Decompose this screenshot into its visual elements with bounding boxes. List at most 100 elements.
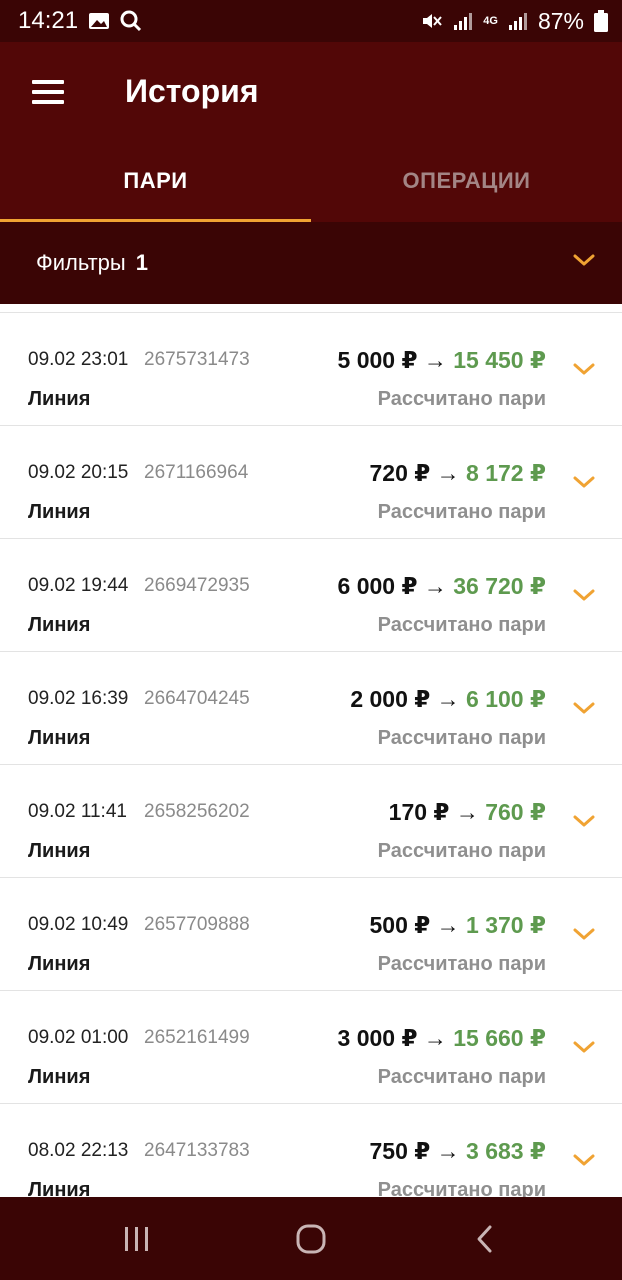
chevron-down-icon[interactable] — [572, 474, 596, 490]
bet-win: 1 370 ₽ — [466, 912, 546, 938]
bet-win: 15 450 ₽ — [453, 347, 546, 373]
bet-row[interactable]: 09.02 20:15 2671166964 Линия 720 ₽ → 8 1… — [0, 426, 622, 539]
battery-percent: 87% — [537, 7, 584, 34]
filters-label: Фильтры — [36, 250, 126, 275]
bet-id: 2669472935 — [144, 575, 250, 596]
bet-row[interactable]: 09.02 16:39 2664704245 Линия 2 000 ₽ → 6… — [0, 652, 622, 765]
bet-row[interactable]: 09.02 11:41 2658256202 Линия 170 ₽ → 760… — [0, 765, 622, 878]
bet-date: 09.02 16:39 — [28, 688, 129, 709]
bet-win: 36 720 ₽ — [453, 573, 546, 599]
signal-icon — [508, 13, 527, 30]
bet-status: Рассчитано пари — [377, 614, 546, 636]
chevron-down-icon[interactable] — [572, 926, 596, 942]
arrow-icon: → — [436, 686, 460, 712]
bet-stake: 2 000 ₽ — [350, 686, 431, 712]
chevron-down-icon[interactable] — [572, 587, 596, 603]
bet-id: 2657709888 — [144, 914, 250, 935]
bet-type: Линия — [28, 840, 91, 862]
bet-type: Линия — [28, 501, 91, 523]
bet-status: Рассчитано пари — [377, 953, 546, 975]
arrow-icon: → — [455, 799, 479, 825]
home-icon[interactable] — [295, 1223, 327, 1255]
filters-bar[interactable]: Фильтры 1 — [0, 222, 622, 304]
search-icon — [120, 10, 142, 32]
bet-status: Рассчитано пари — [377, 388, 546, 410]
status-bar-left: 14:21 — [18, 7, 142, 35]
arrow-icon: → — [423, 1025, 447, 1051]
bet-win: 15 660 ₽ — [453, 1025, 546, 1051]
bet-id: 2652161499 — [144, 1027, 250, 1048]
arrow-icon: → — [436, 912, 460, 938]
bet-stake: 720 ₽ — [369, 460, 431, 486]
bet-amount: 500 ₽ → 1 370 ₽ — [369, 912, 546, 939]
bet-amount: 750 ₽ → 3 683 ₽ — [369, 1138, 546, 1165]
app-bar: История — [0, 42, 622, 140]
hamburger-icon[interactable] — [32, 80, 66, 104]
chevron-down-icon[interactable] — [572, 700, 596, 716]
arrow-icon: → — [423, 573, 447, 599]
tab-bets-label: ПАРИ — [123, 168, 188, 193]
bet-amount: 6 000 ₽ → 36 720 ₽ — [338, 573, 546, 600]
bet-id: 2675731473 — [144, 349, 250, 370]
mute-icon — [423, 14, 443, 28]
back-icon[interactable] — [474, 1223, 496, 1255]
bet-date: 09.02 01:00 — [28, 1027, 129, 1048]
bet-amount: 170 ₽ → 760 ₽ — [389, 799, 546, 826]
signal-icon — [454, 13, 473, 30]
status-time: 14:21 — [18, 7, 79, 34]
bet-status: Рассчитано пари — [377, 840, 546, 862]
bet-row[interactable]: 09.02 01:00 2652161499 Линия 3 000 ₽ → 1… — [0, 991, 622, 1104]
bet-stake: 6 000 ₽ — [337, 573, 418, 599]
bet-list[interactable]: 09.02 23:01 2675731473 Линия 5 000 ₽ → 1… — [0, 304, 622, 1197]
tab-operations[interactable]: ОПЕРАЦИИ — [311, 140, 622, 222]
bet-date: 09.02 20:15 — [28, 462, 129, 483]
bet-date: 09.02 19:44 — [28, 575, 129, 596]
bet-stake: 500 ₽ — [369, 912, 431, 938]
bet-id: 2664704245 — [144, 688, 250, 709]
chevron-down-icon[interactable] — [572, 1152, 596, 1168]
bet-row[interactable]: 08.02 22:13 2647133783 Линия 750 ₽ → 3 6… — [0, 1104, 622, 1197]
bet-win: 6 100 ₽ — [466, 686, 546, 712]
bet-type: Линия — [28, 953, 91, 975]
bet-stake: 750 ₽ — [369, 1138, 431, 1164]
bet-type: Линия — [28, 614, 91, 636]
bet-row[interactable]: 09.02 23:01 2675731473 Линия 5 000 ₽ → 1… — [0, 313, 622, 426]
bet-id: 2671166964 — [144, 462, 249, 483]
system-nav-bar — [0, 1197, 622, 1280]
bet-row[interactable]: 09.02 10:49 2657709888 Линия 500 ₽ → 1 3… — [0, 878, 622, 991]
bet-amount: 3 000 ₽ → 15 660 ₽ — [338, 1025, 546, 1052]
bet-date: 09.02 23:01 — [28, 349, 129, 370]
bet-win: 8 172 ₽ — [466, 460, 546, 486]
recent-apps-icon[interactable] — [122, 1225, 152, 1253]
bet-status: Рассчитано пари — [377, 501, 546, 523]
battery-icon — [594, 10, 608, 32]
tab-operations-label: ОПЕРАЦИИ — [402, 168, 531, 193]
filters-count: 1 — [135, 250, 148, 275]
bet-amount: 2 000 ₽ → 6 100 ₽ — [350, 686, 546, 713]
arrow-icon: → — [423, 347, 447, 373]
bet-win: 3 683 ₽ — [466, 1138, 546, 1164]
bet-id: 2647133783 — [144, 1140, 250, 1161]
bet-amount: 5 000 ₽ → 15 450 ₽ — [338, 347, 546, 374]
bet-amount: 720 ₽ → 8 172 ₽ — [369, 460, 546, 487]
bet-stake: 5 000 ₽ — [337, 347, 418, 373]
chevron-down-icon[interactable] — [572, 361, 596, 377]
bet-status: Рассчитано пари — [377, 727, 546, 749]
bet-type: Линия — [28, 1066, 91, 1088]
bet-status: Рассчитано пари — [377, 1066, 546, 1088]
page-title: История — [125, 73, 259, 109]
gallery-icon — [89, 13, 110, 29]
bet-type: Линия — [28, 1179, 91, 1197]
bet-row[interactable]: 09.02 19:44 2669472935 Линия 6 000 ₽ → 3… — [0, 539, 622, 652]
bet-type: Линия — [28, 388, 91, 410]
network-type-label: 4G — [483, 15, 498, 27]
chevron-down-icon[interactable] — [572, 1039, 596, 1055]
bet-type: Линия — [28, 727, 91, 749]
tab-bets[interactable]: ПАРИ — [0, 140, 311, 222]
bet-id: 2658256202 — [144, 801, 250, 822]
chevron-down-icon — [573, 254, 595, 266]
arrow-icon: → — [436, 1138, 460, 1164]
chevron-down-icon[interactable] — [572, 813, 596, 829]
bet-date: 09.02 11:41 — [28, 801, 127, 822]
tab-bar: ПАРИ ОПЕРАЦИИ — [0, 140, 622, 222]
